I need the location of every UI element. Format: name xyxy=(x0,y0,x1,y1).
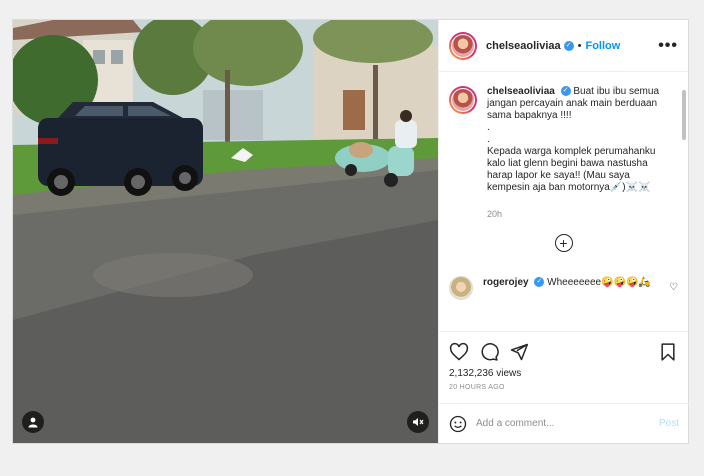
post-comment-button[interactable]: Post xyxy=(659,418,679,429)
caption-avatar[interactable] xyxy=(449,86,477,114)
post-dialog: chelseaoliviaa ✓ • Follow ••• chelseaoli… xyxy=(12,19,689,444)
author-username[interactable]: chelseaoliviaa xyxy=(486,40,561,52)
comment-body: rogerojey ✓ Wheeeeeee🤪🤪🤪🛵 xyxy=(483,276,653,289)
follow-button[interactable]: Follow xyxy=(585,40,620,52)
separator: • xyxy=(577,39,582,52)
user-tag-icon xyxy=(28,417,38,428)
caption-text: Buat ibu ibu semua jangan percayain anak… xyxy=(487,86,660,193)
video-frame xyxy=(13,20,438,443)
car xyxy=(38,102,203,196)
comment-composer: Post xyxy=(439,403,689,443)
comment-item: rogerojey ✓ Wheeeeeee🤪🤪🤪🛵 ♡ xyxy=(449,276,678,300)
verified-icon: ✓ xyxy=(563,40,574,51)
caption-age[interactable]: 20h xyxy=(487,208,662,220)
user-tag-button[interactable] xyxy=(22,411,44,433)
post-sidebar: chelseaoliviaa ✓ • Follow ••• chelseaoli… xyxy=(438,20,689,443)
share-icon[interactable] xyxy=(509,342,529,362)
action-bar: 2,132,236 views 20 HOURS AGO xyxy=(439,331,688,391)
mute-button[interactable] xyxy=(407,411,429,433)
post-header: chelseaoliviaa ✓ • Follow ••• xyxy=(439,20,688,72)
comments-panel[interactable]: chelseaoliviaa ✓ Buat ibu ibu semua jang… xyxy=(439,72,688,331)
caption-body: chelseaoliviaa ✓ Buat ibu ibu semua jang… xyxy=(487,86,662,220)
heart-icon[interactable] xyxy=(449,342,469,362)
bookmark-icon[interactable] xyxy=(658,342,678,362)
verified-icon: ✓ xyxy=(534,277,545,288)
comment-like-icon[interactable]: ♡ xyxy=(669,282,678,293)
caption-username[interactable]: chelseaoliviaa xyxy=(487,86,555,97)
verified-icon: ✓ xyxy=(560,86,571,97)
more-options-icon[interactable]: ••• xyxy=(658,37,678,53)
comment-input[interactable] xyxy=(476,418,646,429)
load-more-icon: + xyxy=(554,234,573,252)
commenter-username[interactable]: rogerojey xyxy=(483,277,529,288)
post-timestamp[interactable]: 20 HOURS AGO xyxy=(449,384,678,391)
comment-text: Wheeeeeee🤪🤪🤪🛵 xyxy=(547,277,651,288)
view-count[interactable]: 2,132,236 views xyxy=(449,368,678,379)
commenter-avatar[interactable] xyxy=(449,276,473,300)
caption: chelseaoliviaa ✓ Buat ibu ibu semua jang… xyxy=(449,86,678,220)
load-more-comments[interactable]: + xyxy=(449,234,678,252)
emoji-icon[interactable] xyxy=(449,415,467,433)
mute-icon xyxy=(413,418,424,426)
avatar[interactable] xyxy=(449,31,477,60)
scrollbar[interactable] xyxy=(682,90,686,140)
comment-icon[interactable] xyxy=(479,342,499,362)
post-video[interactable] xyxy=(13,20,438,443)
